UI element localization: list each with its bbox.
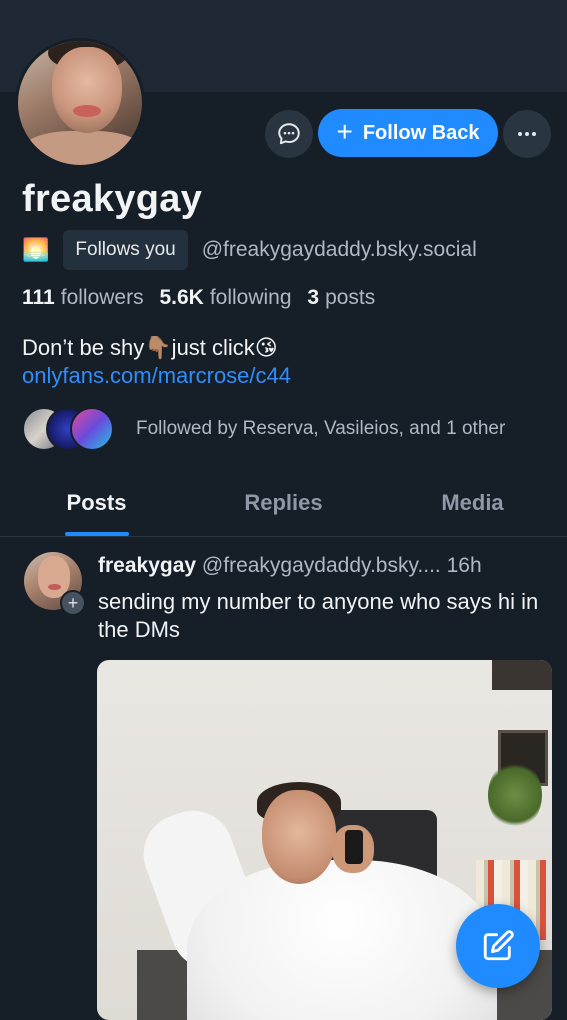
handle-row: 🌅 Follows you @freakygaydaddy.bsky.socia… — [22, 230, 477, 270]
sunrise-emoji: 🌅 — [22, 237, 50, 262]
message-button[interactable] — [265, 110, 313, 158]
tab-posts[interactable]: Posts — [0, 470, 193, 536]
bio-text: Don’t be shy👇🏽just click😘 — [22, 335, 278, 360]
profile-avatar[interactable] — [15, 38, 145, 168]
compose-icon — [483, 930, 514, 961]
followed-by-text: Followed by Reserva, Vasileios, and 1 ot… — [136, 418, 506, 439]
post-header: freakygay @freakygaydaddy.bsky.... 16h — [98, 554, 482, 578]
chat-bubble-icon — [278, 123, 300, 145]
follower-avatar — [70, 407, 114, 451]
followed-by-row[interactable]: Followed by Reserva, Vasileios, and 1 ot… — [22, 407, 506, 451]
posts-stat: 3 posts — [307, 286, 376, 309]
followers-stat[interactable]: 111 followers — [22, 286, 144, 309]
compose-button[interactable] — [456, 904, 540, 988]
post-text: sending my number to anyone who says hi … — [98, 589, 539, 642]
tab-media[interactable]: Media — [378, 470, 567, 536]
profile-handle: @freakygaydaddy.bsky.social — [201, 238, 477, 261]
more-options-icon — [518, 132, 536, 136]
follows-you-badge: Follows you — [63, 230, 188, 270]
profile-display-name: freakygay — [22, 178, 203, 220]
post-author-name[interactable]: freakygay — [98, 554, 196, 577]
follow-back-button[interactable]: + Follow Back — [318, 109, 498, 157]
follow-author-plus-icon[interactable]: + — [60, 590, 86, 616]
more-options-button[interactable] — [503, 110, 551, 158]
plus-icon: + — [336, 115, 353, 147]
tab-replies[interactable]: Replies — [190, 470, 377, 536]
active-tab-indicator — [64, 532, 129, 536]
profile-bio: Don’t be shy👇🏽just click😘 onlyfans.com/m… — [22, 334, 291, 390]
profile-stats: 111 followers 5.6K following 3 posts — [22, 286, 375, 310]
follow-back-label: Follow Back — [362, 121, 480, 144]
post-time: 16h — [446, 554, 482, 577]
post-author-handle[interactable]: @freakygaydaddy.bsky.... — [202, 554, 441, 577]
bio-link[interactable]: onlyfans.com/marcrose/c44 — [22, 362, 291, 390]
following-stat[interactable]: 5.6K following — [159, 286, 291, 309]
profile-tabs: Posts Replies Media — [0, 470, 567, 537]
